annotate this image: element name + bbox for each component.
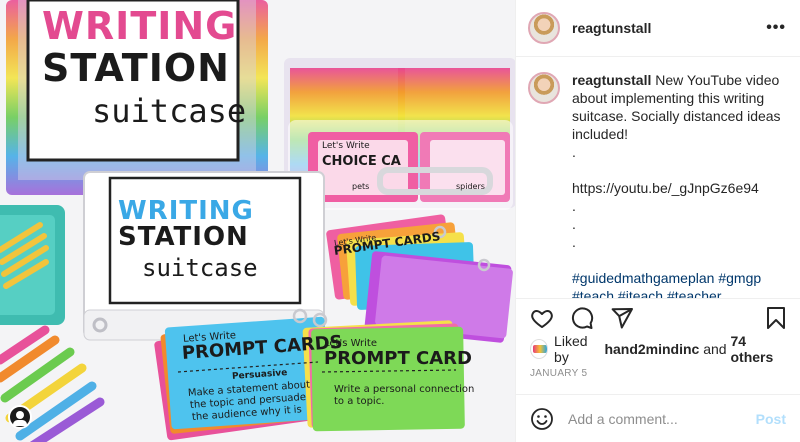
post-header: reagtunstall •••	[516, 0, 800, 58]
share-icon[interactable]	[610, 306, 634, 330]
caption-username[interactable]: reagtunstall	[572, 72, 651, 88]
emoji-icon[interactable]	[530, 407, 554, 431]
caption-dot: .	[572, 198, 576, 215]
post-side-panel: reagtunstall ••• reagtunstall New YouTub…	[515, 0, 800, 442]
caption-dot: .	[572, 144, 576, 161]
more-icon[interactable]: •••	[766, 19, 786, 37]
post-photo[interactable]: WRITING STATION suitcase WRITING STATION…	[0, 0, 515, 442]
post-date[interactable]: JANUARY 5	[516, 360, 800, 385]
caption-dot: .	[572, 216, 576, 233]
caption-avatar[interactable]	[528, 72, 560, 105]
bookmark-icon[interactable]	[764, 306, 788, 330]
action-bar	[516, 297, 800, 338]
liker-avatar[interactable]	[530, 338, 549, 359]
green-card-title: PROMPT CARD	[324, 348, 472, 369]
caption-hashtags[interactable]: #guidedmathgameplan #gmgp #teach #iteach…	[572, 269, 786, 297]
instagram-post: WRITING STATION suitcase WRITING STATION…	[0, 0, 800, 442]
likes-user[interactable]: hand2mindinc	[604, 341, 699, 357]
avatar[interactable]	[528, 12, 560, 45]
likes-conjunction: and	[703, 340, 727, 357]
binder-title-station: STATION	[118, 222, 249, 252]
poster-title-suitcase: suitcase	[92, 92, 247, 130]
choice-card-title: CHOICE CA	[322, 154, 401, 169]
caption-body: reagtunstall New YouTube video about imp…	[572, 71, 786, 297]
post-comment-button[interactable]: Post	[756, 411, 786, 427]
heart-icon[interactable]	[530, 306, 554, 330]
poster-title-writing: WRITING	[42, 4, 238, 48]
poster-title-station: STATION	[42, 46, 230, 90]
green-card-text-1: Write a personal connection	[334, 384, 475, 395]
tagged-users-icon[interactable]	[8, 405, 32, 429]
binder-title-suitcase: suitcase	[142, 254, 258, 282]
likes-row: Liked by hand2mindinc and 74 others	[516, 333, 800, 365]
comment-input[interactable]	[568, 410, 756, 427]
green-card-text-2: to a topic.	[334, 396, 385, 407]
choice-card-word-spiders: spiders	[456, 182, 485, 191]
caption-first-paragraph: reagtunstall New YouTube video about imp…	[572, 71, 786, 143]
comment-box: Post	[516, 394, 800, 442]
choice-card-lets-write: Let's Write	[322, 141, 370, 151]
caption: reagtunstall New YouTube video about imp…	[516, 57, 800, 298]
caption-dot: .	[572, 234, 576, 251]
caption-link[interactable]: https://youtu.be/_gJnpGz6e94	[572, 179, 786, 197]
header-username[interactable]: reagtunstall	[572, 20, 651, 36]
comment-icon[interactable]	[570, 306, 594, 330]
choice-card-word-pets: pets	[352, 182, 370, 191]
